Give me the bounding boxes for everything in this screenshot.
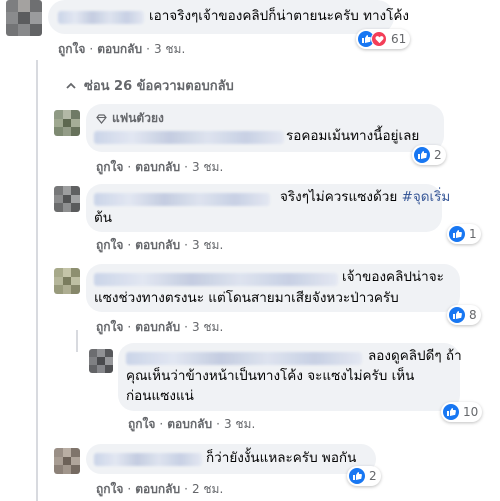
reply-bubble: จริงๆไม่ควรแซงด้วย #จุดเริ่ม ต้น [86, 184, 450, 232]
hashtag-link[interactable]: #จุดเริ่ม [402, 189, 451, 205]
fan-badge[interactable]: แฟนตัวยง [96, 109, 164, 128]
chevron-up-icon [66, 82, 76, 89]
reaction-count: 1 [469, 227, 477, 241]
like-button[interactable]: ถูกใจ [96, 238, 123, 252]
reaction-summary[interactable]: 61 [356, 29, 411, 49]
avatar[interactable] [54, 448, 80, 474]
reaction-count: 61 [391, 32, 407, 46]
reply-bubble: ลองดูคลิปดีๆ ถ้า คุณเห็นว่าข้างหน้าเป็นท… [118, 343, 462, 411]
reaction-summary[interactable]: 10 [441, 402, 483, 422]
reply-text: ก็ว่ายังงั้นแหละครับ พอกัน [206, 450, 357, 466]
reply-bubble: ก็ว่ายังงั้นแหละครับ พอกัน [86, 444, 376, 474]
reply-text-line: จริงๆไม่ควรแซงด้วย [280, 189, 402, 205]
separator: · [184, 482, 188, 496]
reaction-summary[interactable]: 2 [412, 145, 446, 165]
separator: · [216, 417, 220, 431]
reply-bubble: แฟนตัวยง รอคอมเม้นทางนี้อยู่เลย [86, 104, 444, 152]
reply-actions: ถูกใจ · ตอบกลับ · 3 ชม. [96, 318, 223, 337]
avatar[interactable] [89, 349, 113, 373]
diamond-icon [96, 113, 107, 124]
reply-time[interactable]: 3 ชม. [192, 320, 223, 334]
reply-bubble: เจ้าของคลิปน่าจะ แซงช่วงทางตรงนะ แต่โดนส… [86, 264, 460, 312]
commenter-name[interactable] [126, 352, 362, 365]
reply-button[interactable]: ตอบกลับ [135, 320, 180, 334]
reply-actions: ถูกใจ · ตอบกลับ · 3 ชม. [96, 236, 223, 255]
reaction-summary[interactable]: 8 [447, 305, 481, 325]
commenter-name[interactable] [94, 273, 338, 286]
reaction-summary[interactable]: 1 [447, 224, 481, 244]
commenter-name[interactable] [94, 453, 202, 466]
reply-text-line: ต้น [94, 210, 112, 226]
reply-text-line: แซงช่วงทางตรงนะ แต่โดนสายมาเสียจังหวะป่า… [94, 290, 399, 306]
separator: · [184, 320, 188, 334]
reply-actions: ถูกใจ · ตอบกลับ · 3 ชม. [128, 415, 255, 434]
reply-text-line: เจ้าของคลิปน่าจะ [342, 269, 444, 285]
avatar[interactable] [54, 268, 80, 294]
reaction-summary[interactable]: 2 [347, 466, 381, 486]
love-icon [371, 31, 387, 47]
fan-badge-label: แฟนตัวยง [112, 111, 164, 125]
like-icon [449, 307, 465, 323]
reply-time[interactable]: 2 ชม. [192, 482, 223, 496]
comment-bubble: เอาจริงๆเจ้าของคลิปก็น่าตายนะครับ ทางโค้… [48, 0, 409, 34]
reaction-count: 8 [469, 308, 477, 322]
reaction-count: 2 [369, 469, 377, 483]
reply-button[interactable]: ตอบกลับ [167, 417, 212, 431]
reply-time[interactable]: 3 ชม. [192, 238, 223, 252]
comment-actions: ถูกใจ · ตอบกลับ · 3 ชม. [58, 40, 185, 59]
separator: · [89, 42, 94, 56]
reply-button[interactable]: ตอบกลับ [135, 482, 180, 496]
commenter-name[interactable] [94, 193, 270, 206]
separator: · [184, 238, 188, 252]
separator: · [184, 160, 188, 174]
avatar[interactable] [54, 186, 80, 212]
reply-text-line: ลองดูคลิปดีๆ ถ้า [368, 348, 462, 364]
reply-actions: ถูกใจ · ตอบกลับ · 2 ชม. [96, 480, 223, 499]
like-icon [414, 147, 430, 163]
reply-button[interactable]: ตอบกลับ [135, 160, 180, 174]
reaction-count: 10 [463, 405, 479, 419]
separator: · [127, 320, 132, 334]
reply-text-line: ก่อนแซงแน่ [126, 388, 194, 404]
separator: · [127, 238, 132, 252]
reply-actions: ถูกใจ · ตอบกลับ · 3 ชม. [96, 158, 223, 177]
avatar[interactable] [6, 0, 42, 36]
reply-button[interactable]: ตอบกลับ [97, 42, 142, 56]
thread-line [36, 60, 38, 501]
thread-line-nested [76, 330, 78, 352]
like-button[interactable]: ถูกใจ [96, 160, 123, 174]
like-button[interactable]: ถูกใจ [96, 482, 123, 496]
reply-text: รอคอมเม้นทางนี้อยู่เลย [286, 128, 420, 144]
reply-text-line: คุณเห็นว่าข้างหน้าเป็นทางโค้ง จะแซงไม่คร… [126, 368, 415, 384]
like-button[interactable]: ถูกใจ [128, 417, 155, 431]
like-icon [449, 226, 465, 242]
comment-time[interactable]: 3 ชม. [154, 42, 185, 56]
hide-replies-label: ซ่อน 26 ข้อความตอบกลับ [84, 79, 234, 94]
hide-replies-button[interactable]: ซ่อน 26 ข้อความตอบกลับ [66, 75, 234, 96]
commenter-name[interactable] [94, 131, 284, 144]
separator: · [127, 160, 132, 174]
like-icon [443, 404, 459, 420]
comment-text: เอาจริงๆเจ้าของคลิปก็น่าตายนะครับ ทางโค้… [149, 8, 410, 24]
separator: · [146, 42, 150, 56]
reply-text: จริงๆไม่ควรแซงด้วย #จุดเริ่ม [280, 187, 450, 208]
reply-time[interactable]: 3 ชม. [224, 417, 255, 431]
like-button[interactable]: ถูกใจ [96, 320, 123, 334]
commenter-name[interactable] [58, 11, 144, 24]
separator: · [127, 482, 132, 496]
like-icon [349, 468, 365, 484]
like-button[interactable]: ถูกใจ [58, 42, 85, 56]
avatar[interactable] [54, 110, 80, 136]
reply-time[interactable]: 3 ชม. [192, 160, 223, 174]
reply-button[interactable]: ตอบกลับ [135, 238, 180, 252]
separator: · [159, 417, 164, 431]
reaction-count: 2 [434, 148, 442, 162]
